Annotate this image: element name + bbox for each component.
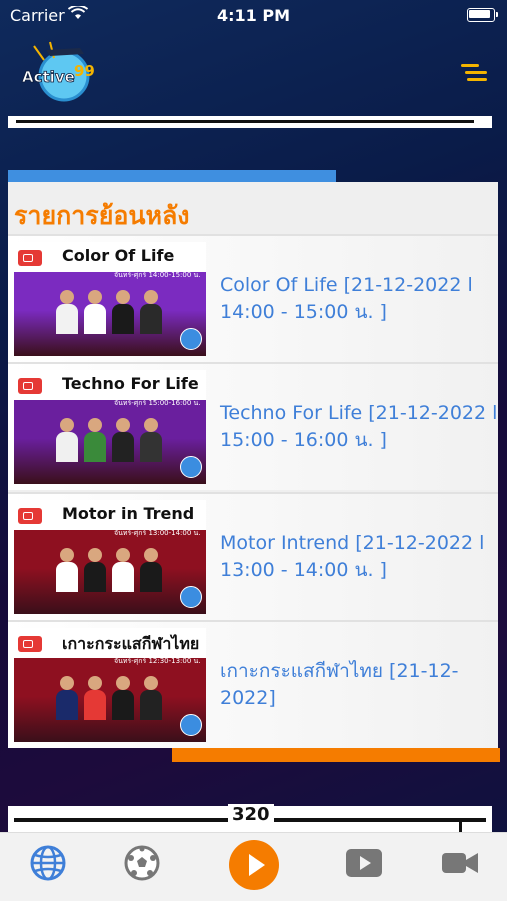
globe-icon[interactable]: [28, 843, 68, 883]
thumbnail-schedule: จันทร์-ศุกร์ 14:00-15:00 น.: [114, 271, 201, 279]
video-icon[interactable]: [344, 843, 384, 883]
station-badge-icon: [180, 586, 202, 608]
host-figure: [140, 548, 162, 592]
host-figure: [84, 676, 106, 720]
thumbnail-schedule: จันทร์-ศุกร์ 13:00-14:00 น.: [114, 529, 201, 537]
orange-accent-bar: [172, 748, 500, 762]
live-stream-icon: [18, 636, 42, 652]
thumbnail-title: Motor in Trend: [62, 504, 195, 523]
section-title: รายการย้อนหลัง: [14, 201, 190, 230]
menu-icon[interactable]: [461, 64, 487, 84]
live-stream-icon: [18, 250, 42, 266]
thumbnail-title: เกาะกระแสกีฬาไทย: [62, 634, 200, 653]
camera-icon[interactable]: [440, 843, 480, 883]
station-badge-icon: [180, 328, 202, 350]
host-figure: [56, 548, 78, 592]
host-figure: [56, 676, 78, 720]
host-figure: [56, 418, 78, 462]
program-title-link[interactable]: Color Of Life [21-12-2022 l 14:00 - 15:0…: [220, 272, 500, 326]
replay-list-item[interactable]: Motor in Trend จันทร์-ศุกร์ 13:00-14:00 …: [8, 492, 498, 620]
program-title-link[interactable]: เกาะกระแสกีฬาไทย [21-12-2022]: [220, 658, 500, 712]
top-banner-strip: [8, 116, 492, 128]
replay-list-item[interactable]: เกาะกระแสกีฬาไทย จันทร์-ศุกร์ 12:30-13:0…: [8, 620, 498, 748]
thumbnail-schedule: จันทร์-ศุกร์ 12:30-13:00 น.: [114, 657, 201, 665]
program-thumbnail[interactable]: เกาะกระแสกีฬาไทย จันทร์-ศุกร์ 12:30-13:0…: [14, 628, 206, 742]
host-figure: [84, 290, 106, 334]
host-figure: [112, 676, 134, 720]
banner-number: 320: [228, 804, 274, 825]
live-stream-icon: [18, 378, 42, 394]
station-badge-icon: [180, 456, 202, 478]
program-title-link[interactable]: Techno For Life [21-12-2022 l 15:00 - 16…: [220, 400, 500, 454]
live-stream-icon: [18, 508, 42, 524]
station-badge-icon: [180, 714, 202, 736]
host-figure: [140, 676, 162, 720]
host-figure: [112, 418, 134, 462]
svg-text:Active: Active: [22, 68, 75, 86]
program-thumbnail[interactable]: Color Of Life จันทร์-ศุกร์ 14:00-15:00 น…: [14, 242, 206, 356]
battery-icon: [467, 8, 498, 22]
host-figure: [140, 418, 162, 462]
app-logo[interactable]: Active 99: [20, 40, 100, 110]
host-figure: [84, 418, 106, 462]
tab-bar: [0, 832, 507, 901]
program-thumbnail[interactable]: Techno For Life จันทร์-ศุกร์ 15:00-16:00…: [14, 370, 206, 484]
host-figure: [84, 548, 106, 592]
play-icon[interactable]: [228, 839, 280, 891]
thumbnail-schedule: จันทร์-ศุกร์ 15:00-16:00 น.: [114, 399, 201, 407]
host-figure: [140, 290, 162, 334]
status-bar: Carrier 4:11 PM: [0, 0, 507, 30]
replay-list-item[interactable]: Color Of Life จันทร์-ศุกร์ 14:00-15:00 น…: [8, 234, 498, 362]
thumbnail-title: Techno For Life: [62, 374, 199, 393]
program-title-link[interactable]: Motor Intrend [21-12-2022 l 13:00 - 14:0…: [220, 530, 500, 584]
host-figure: [112, 548, 134, 592]
banner-tick: [459, 822, 462, 832]
replay-list-item[interactable]: Techno For Life จันทร์-ศุกร์ 15:00-16:00…: [8, 362, 498, 490]
status-time: 4:11 PM: [216, 6, 290, 25]
host-figure: [112, 290, 134, 334]
program-thumbnail[interactable]: Motor in Trend จันทร์-ศุกร์ 13:00-14:00 …: [14, 500, 206, 614]
svg-text:99: 99: [74, 62, 95, 80]
replay-panel: รายการย้อนหลัง Color Of Life จันทร์-ศุกร…: [8, 182, 498, 748]
host-figure: [56, 290, 78, 334]
bottom-banner: 320: [8, 804, 492, 836]
soccer-ball-icon[interactable]: [122, 843, 162, 883]
thumbnail-title: Color Of Life: [62, 246, 175, 265]
